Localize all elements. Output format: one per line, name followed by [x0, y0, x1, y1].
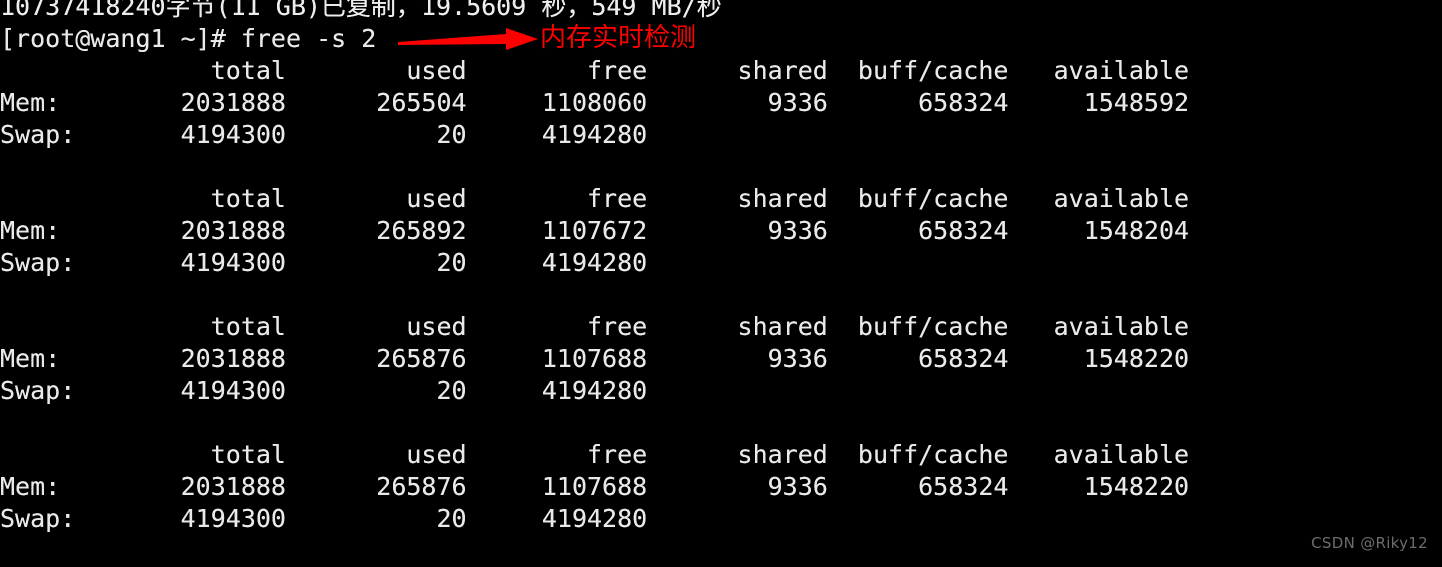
free-swap-row: Swap: 4194300 20 4194280: [0, 248, 648, 277]
scrollback-previous-output-line: 10737418240字节(11 GB)已复制，19.5609 秒，549 MB…: [0, 0, 722, 21]
free-swap-row: Swap: 4194300 20 4194280: [0, 376, 648, 405]
free-header-row: total used free shared buff/cache availa…: [0, 56, 1190, 85]
free-mem-row: Mem: 2031888 265892 1107672 9336 658324 …: [0, 216, 1190, 245]
free-header-row: total used free shared buff/cache availa…: [0, 184, 1190, 213]
red-arrow-icon: [398, 28, 538, 50]
free-swap-row: Swap: 4194300 20 4194280: [0, 504, 648, 533]
free-swap-row: Swap: 4194300 20 4194280: [0, 120, 648, 149]
shell-prompt-command-line: [root@wang1 ~]# free -s 2: [0, 24, 377, 53]
watermark-label: CSDN @Riky12: [1311, 534, 1428, 552]
free-header-row: total used free shared buff/cache availa…: [0, 440, 1190, 469]
free-mem-row: Mem: 2031888 265876 1107688 9336 658324 …: [0, 344, 1190, 373]
annotation-label: 内存实时检测: [540, 23, 697, 53]
terminal-window[interactable]: 10737418240字节(11 GB)已复制，19.5609 秒，549 MB…: [0, 0, 1442, 567]
free-mem-row: Mem: 2031888 265504 1108060 9336 658324 …: [0, 88, 1190, 117]
free-mem-row: Mem: 2031888 265876 1107688 9336 658324 …: [0, 472, 1190, 501]
free-header-row: total used free shared buff/cache availa…: [0, 312, 1190, 341]
